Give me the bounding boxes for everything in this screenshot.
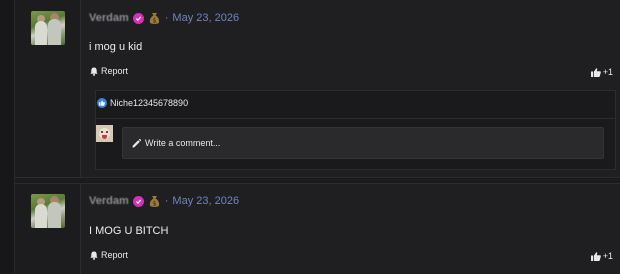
reaction-button[interactable]: +1 — [590, 251, 613, 261]
reaction-button[interactable]: +1 — [590, 67, 613, 77]
avatar-column — [15, 0, 81, 177]
avatar[interactable] — [31, 11, 65, 45]
reactor-name[interactable]: Niche12345678890 — [110, 98, 188, 108]
thumbs-up-icon — [590, 67, 601, 77]
post: Verdam $ · May 23, 2026 i mog u kid Repo… — [15, 0, 620, 178]
post-meta: Verdam $ · May 23, 2026 — [89, 193, 239, 209]
verified-icon — [132, 195, 144, 207]
post-body: I MOG U BITCH — [89, 225, 169, 237]
meta-separator: · — [164, 195, 169, 207]
report-button[interactable]: Report — [90, 250, 128, 260]
reactor-row: Niche12345678890 — [97, 98, 188, 108]
left-gutter — [0, 0, 15, 273]
username[interactable]: Verdam — [89, 12, 129, 24]
post-body: i mog u kid — [89, 41, 143, 53]
money-bag-icon: $ — [149, 11, 161, 25]
username[interactable]: Verdam — [89, 195, 129, 207]
report-label: Report — [101, 66, 129, 76]
post: Verdam $ · May 23, 2026 I MOG U BITCH Re… — [15, 183, 620, 274]
verified-icon — [132, 12, 144, 24]
report-label: Report — [101, 250, 129, 260]
current-user-avatar — [96, 125, 113, 142]
meta-separator: · — [164, 12, 169, 24]
pencil-icon — [132, 138, 141, 147]
post-date[interactable]: May 23, 2026 — [172, 195, 239, 207]
comment-placeholder: Write a comment... — [145, 138, 221, 148]
avatar[interactable] — [31, 194, 65, 228]
report-button[interactable]: Report — [90, 66, 128, 76]
reactions-and-comments: Niche12345678890 Write a comment... — [95, 90, 616, 170]
post-date[interactable]: May 23, 2026 — [172, 12, 239, 24]
thumbs-up-icon — [590, 251, 601, 261]
svg-text:$: $ — [153, 200, 157, 207]
comment-thread: Verdam $ · May 23, 2026 i mog u kid Repo… — [0, 0, 620, 274]
reaction-count: +1 — [602, 67, 613, 77]
post-meta: Verdam $ · May 23, 2026 — [89, 10, 239, 26]
svg-text:$: $ — [153, 17, 157, 24]
bell-icon — [90, 251, 98, 260]
like-reaction-icon — [97, 98, 107, 108]
reaction-count: +1 — [602, 251, 613, 261]
avatar-column — [15, 184, 81, 274]
bell-icon — [90, 67, 98, 76]
comment-composer: Write a comment... — [96, 118, 615, 169]
comment-input[interactable]: Write a comment... — [122, 127, 604, 159]
money-bag-icon: $ — [149, 194, 161, 208]
